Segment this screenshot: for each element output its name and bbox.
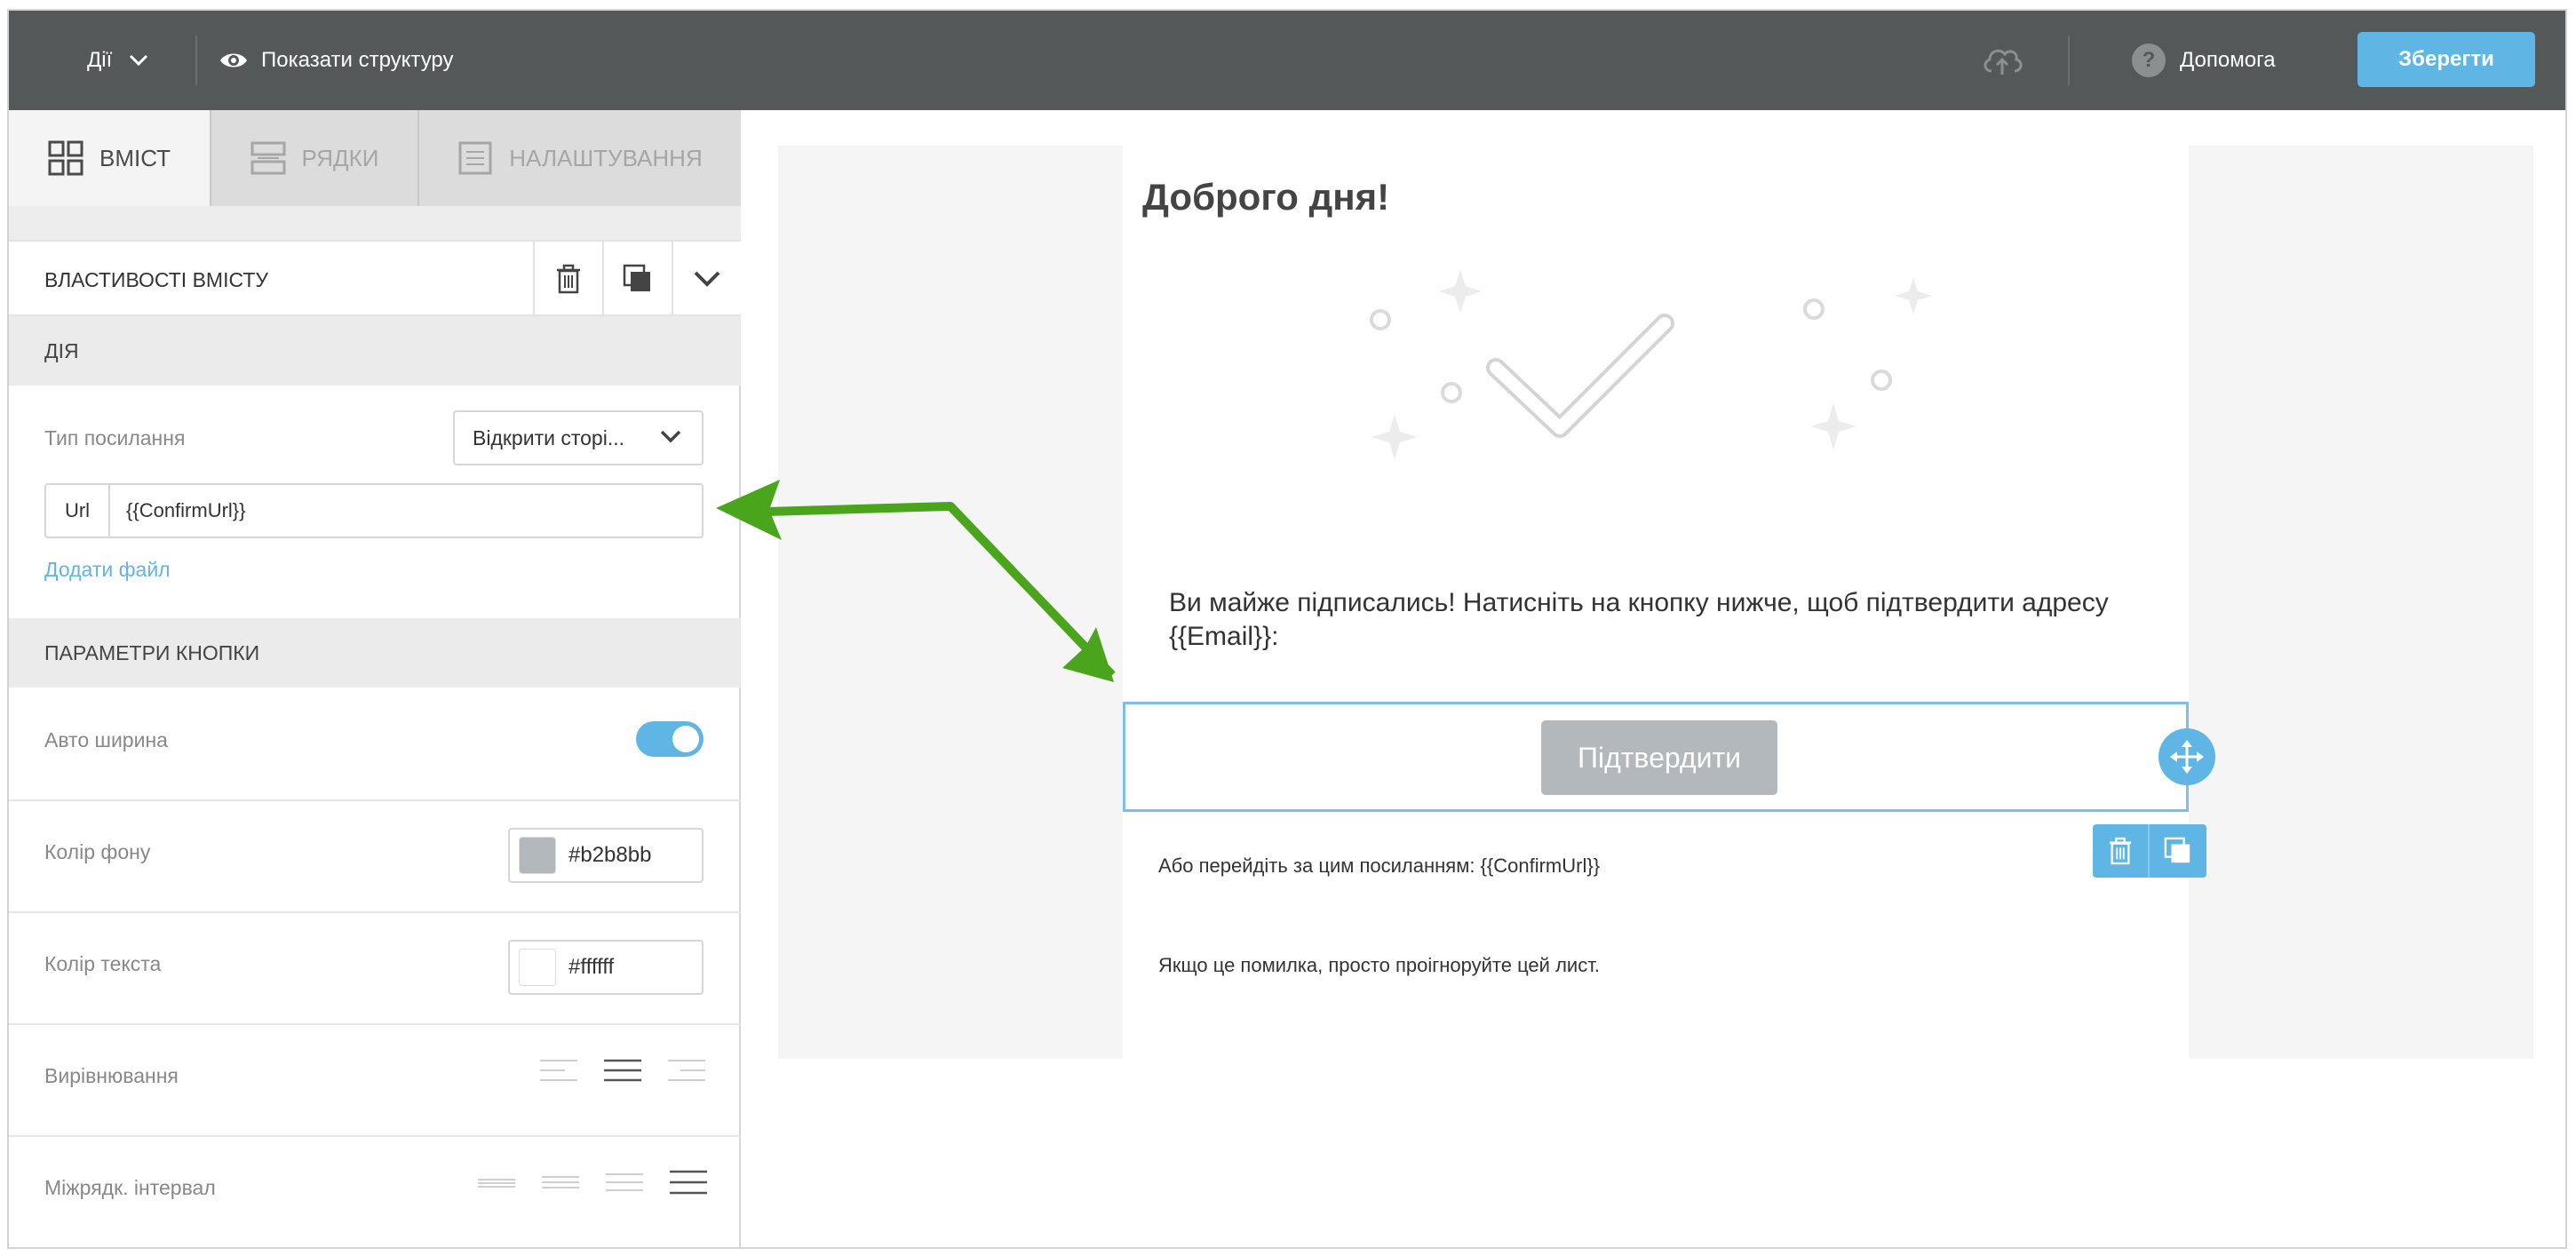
help-label: Допомога [2180,48,2276,72]
trash-icon [557,264,580,294]
duplicate-icon [2164,837,2190,863]
align-right-icon[interactable] [666,1057,707,1084]
grid-icon [48,140,83,176]
block-duplicate-button[interactable] [2150,824,2206,878]
bg-color-value: #b2b8bb [568,843,652,867]
align-left-icon[interactable] [538,1057,579,1084]
email-body-text[interactable]: Ви майже підписались! Натисніть на кнопк… [1169,586,2128,654]
bg-color-field[interactable]: #b2b8bb [508,828,704,883]
row-divider [9,1023,741,1025]
eye-icon [220,53,247,68]
settings-doc-icon [458,141,492,175]
actions-label: Дії [87,48,113,72]
alignment-label: Вирівнювання [44,1064,179,1087]
section-button-params: ПАРАМЕТРИ КНОПКИ [9,618,741,688]
topbar-divider [2068,36,2070,85]
chevron-down-icon [130,54,148,67]
url-value: {{ConfirmUrl}} [126,499,246,521]
row-divider [9,1247,741,1249]
selected-button-block[interactable]: Підтвердити [1123,702,2189,812]
duplicate-icon [623,264,650,291]
line-height-label: Міжрядк. інтервал [44,1176,216,1199]
row-divider [9,799,741,801]
chevron-down-icon [660,430,681,443]
tab-settings-label: НАЛАШТУВАННЯ [509,144,703,171]
text-color-label: Колір текста [44,952,162,975]
email-link-line[interactable]: Або перейдіть за цим посиланням: {{Confi… [1158,855,1600,878]
actions-menu[interactable]: Дії [87,41,149,80]
line-height-options [476,1169,709,1196]
email-heading[interactable]: Доброго дня! [1142,176,1389,219]
chevron-down-icon [694,271,720,287]
confirm-button[interactable]: Підтвердити [1541,720,1777,795]
topbar-divider [195,36,197,85]
tab-rows-label: РЯДКИ [301,144,379,171]
line-height-3-icon[interactable] [604,1169,645,1196]
text-color-value: #ffffff [568,955,615,979]
email-preview-area: Доброго дня! Ви майже підписались! Натис… [743,110,2565,1247]
section-action: ДІЯ [9,316,741,386]
url-prefix: Url [46,485,110,537]
top-bar: Дії Показати структуру ? Допомога Зберег… [9,11,2565,110]
alignment-options [538,1057,707,1084]
toggle-knob [672,726,699,752]
show-structure-label: Показати структуру [261,48,454,72]
row-divider [9,911,741,913]
line-height-4-icon[interactable] [668,1169,709,1196]
add-file-link[interactable]: Додати файл [44,558,171,582]
line-height-1-icon[interactable] [476,1169,517,1196]
checkmark-illustration-icon[interactable] [1363,270,1967,501]
email-error-line[interactable]: Якщо це помилка, просто проігноруйте цей… [1158,954,1600,977]
sidebar-tabs: ВМІСТ РЯДКИ НАЛАШТУВАННЯ [9,110,741,206]
duplicate-block-button[interactable] [602,242,672,316]
block-delete-button[interactable] [2093,824,2150,878]
app-window: Дії Показати структуру ? Допомога Зберег… [7,9,2567,1249]
link-type-label: Тип посилання [44,426,186,449]
link-type-value: Відкрити сторі... [473,425,624,449]
rows-icon [250,141,285,175]
tabs-underlay [9,206,741,240]
row-divider [9,1135,741,1137]
tab-settings[interactable]: НАЛАШТУВАННЯ [419,110,741,206]
delete-block-button[interactable] [533,242,602,316]
question-icon: ? [2132,44,2166,77]
help-button[interactable]: ? Допомога [2132,41,2276,80]
text-color-field[interactable]: #ffffff [508,940,704,995]
tab-content-label: ВМІСТ [99,144,171,171]
collapse-button[interactable] [672,242,741,316]
auto-width-label: Авто ширина [44,728,168,751]
move-block-handle[interactable] [2159,728,2215,785]
tab-rows[interactable]: РЯДКИ [211,110,419,206]
url-field[interactable]: Url {{ConfirmUrl}} [44,483,704,538]
trash-icon [2109,837,2132,865]
bg-color-label: Колір фону [44,840,151,863]
bg-color-swatch[interactable] [519,837,556,874]
content-properties-header: ВЛАСТИВОСТІ ВМІСТУ [9,240,741,316]
block-actions [2093,824,2208,878]
move-arrows-icon [2170,740,2204,774]
text-color-swatch[interactable] [519,949,556,986]
save-button[interactable]: Зберегти [2357,32,2535,87]
properties-sidebar: ВМІСТ РЯДКИ НАЛАШТУВАННЯ ВЛАСТИВОСТІ ВМІ… [9,110,741,1249]
show-structure-button[interactable]: Показати структуру [219,41,454,80]
tab-content[interactable]: ВМІСТ [9,110,211,206]
auto-width-toggle[interactable] [636,721,704,757]
link-type-select[interactable]: Відкрити сторі... [453,410,704,465]
align-center-icon[interactable] [602,1057,643,1084]
cloud-upload-icon[interactable] [1979,37,2025,83]
line-height-2-icon[interactable] [540,1169,581,1196]
email-body: Доброго дня! Ви майже підписались! Натис… [1123,146,2215,1059]
panel-title: ВЛАСТИВОСТІ ВМІСТУ [44,268,268,291]
